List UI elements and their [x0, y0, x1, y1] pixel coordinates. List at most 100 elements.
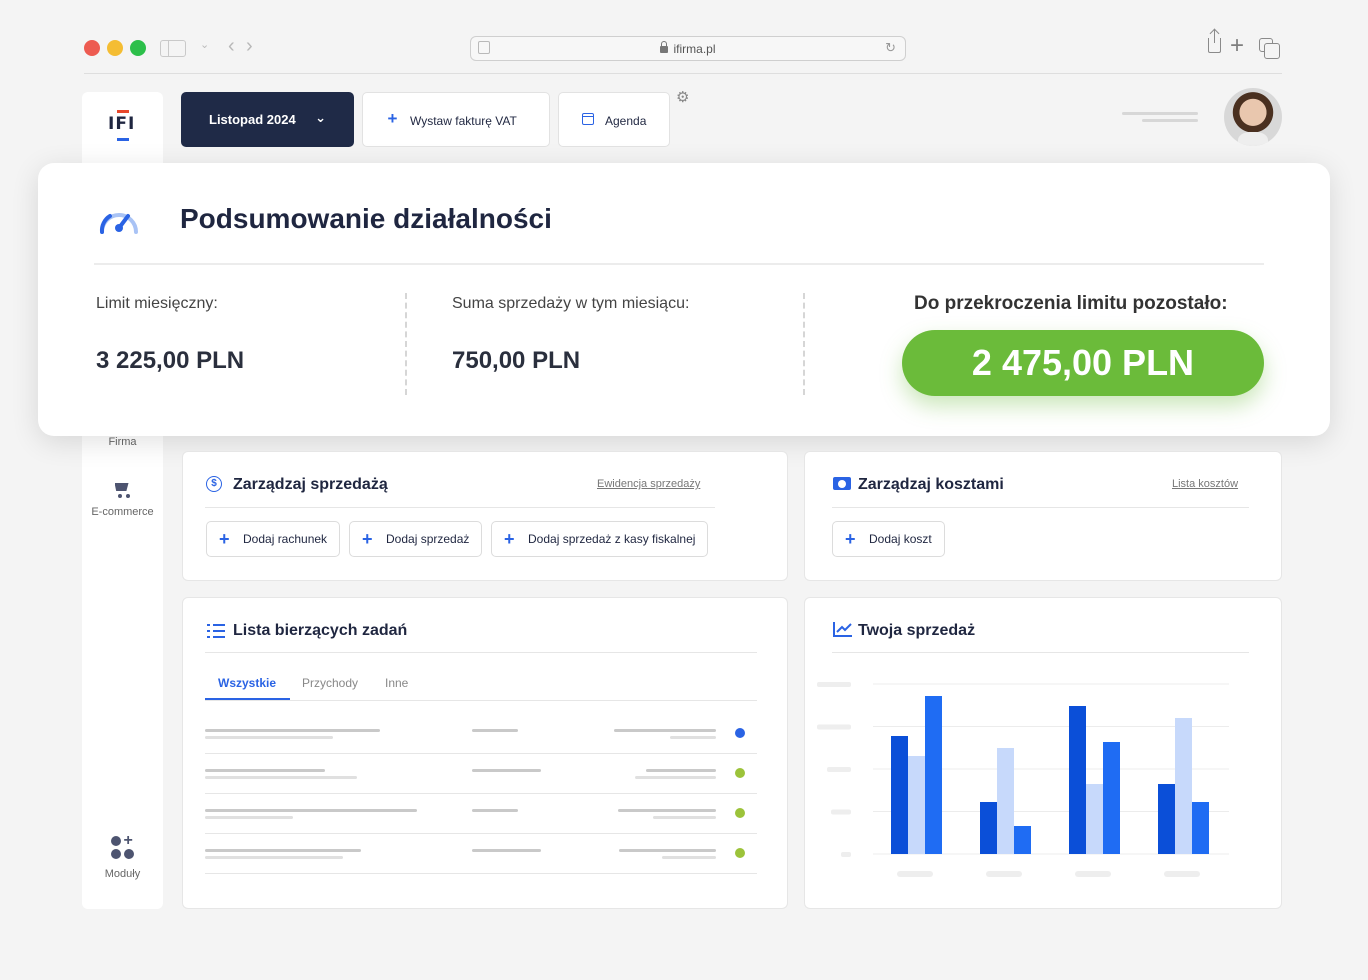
modules-icon: +: [110, 833, 135, 860]
y-tick-label: [827, 767, 851, 772]
close-window-button[interactable]: [84, 40, 100, 56]
tab-overview-icon[interactable]: [1259, 38, 1280, 59]
ifirma-logo[interactable]: IFI: [108, 114, 135, 134]
add-receipt-button[interactable]: + Dodaj rachunek: [206, 521, 341, 557]
monthly-sales-label: Suma sprzedaży w tym miesiącu:: [452, 295, 690, 312]
costs-list-link[interactable]: Lista kosztów: [1172, 478, 1238, 490]
gear-icon[interactable]: ⚙: [676, 88, 689, 106]
chevron-down-icon[interactable]: ⌄: [200, 38, 209, 51]
button-label: Dodaj sprzedaż: [386, 532, 470, 546]
x-tick-label: [986, 871, 1022, 877]
address-bar[interactable]: ifirma.pl ↻: [470, 36, 906, 61]
add-fiscal-sale-button[interactable]: + Dodaj sprzedaż z kasy fiskalnej: [491, 521, 709, 557]
cart-icon: [113, 480, 133, 498]
card-title: Zarządzaj kosztami: [858, 476, 1004, 493]
add-cost-button[interactable]: + Dodaj koszt: [832, 521, 945, 557]
logo-accent-top: [117, 110, 129, 113]
sidebar-item-ecommerce[interactable]: E-commerce: [82, 480, 163, 518]
tabs-baseline: [205, 700, 757, 701]
chart-bar[interactable]: [1086, 784, 1103, 854]
dollar-icon: $: [206, 476, 222, 492]
chart-bar[interactable]: [980, 802, 997, 854]
browser-toolbar: ⌄ ‹ › ifirma.pl ↻ +: [84, 28, 1282, 74]
issue-invoice-label: Wystaw fakturę VAT: [410, 114, 517, 128]
sidebar-item-firma[interactable]: Firma: [82, 436, 163, 448]
table-row[interactable]: [205, 794, 757, 834]
agenda-label: Agenda: [605, 114, 647, 128]
active-tab-indicator: [205, 698, 290, 700]
chart-bar[interactable]: [1014, 826, 1031, 854]
chart-bar[interactable]: [908, 756, 925, 854]
button-label: Dodaj sprzedaż z kasy fiskalnej: [528, 532, 696, 546]
period-label: Listopad 2024: [209, 112, 296, 127]
table-row[interactable]: [205, 714, 757, 754]
user-name-placeholder: [1122, 112, 1198, 126]
y-tick-label: [817, 724, 851, 730]
new-tab-icon[interactable]: +: [1230, 32, 1244, 60]
sales-bar-chart: [817, 682, 1229, 877]
tab-all[interactable]: Wszystkie: [218, 676, 276, 690]
tab-other[interactable]: Inne: [385, 676, 408, 690]
business-summary-card: Podsumowanie działalności Limit miesięcz…: [38, 163, 1330, 436]
divider: [803, 293, 805, 395]
lock-icon: [660, 41, 669, 53]
remaining-limit-value: 2 475,00 PLN: [902, 330, 1264, 396]
plus-icon: +: [387, 109, 398, 128]
tab-income[interactable]: Przychody: [302, 676, 358, 690]
back-arrow-icon[interactable]: ‹: [228, 35, 235, 58]
chevron-down-icon: ⌄: [315, 110, 326, 125]
minimize-window-button[interactable]: [107, 40, 123, 56]
share-icon[interactable]: [1208, 30, 1221, 53]
summary-title: Podsumowanie działalności: [180, 203, 552, 234]
speedometer-icon: [99, 213, 138, 234]
chart-bar[interactable]: [1158, 784, 1175, 854]
add-sale-button[interactable]: + Dodaj sprzedaż: [349, 521, 483, 557]
card-title: Lista bierzących zadań: [233, 622, 408, 639]
chart-bar[interactable]: [891, 736, 908, 854]
x-tick-label: [1164, 871, 1200, 877]
button-label: Dodaj koszt: [869, 532, 932, 546]
y-tick-label: [831, 809, 851, 815]
forward-arrow-icon[interactable]: ›: [246, 35, 253, 58]
money-icon: [833, 477, 851, 490]
divider: [405, 293, 407, 395]
costs-management-card: Zarządzaj kosztami Lista kosztów + Dodaj…: [804, 451, 1282, 581]
sidebar-toggle-icon[interactable]: [160, 40, 186, 57]
sidebar-item-modules[interactable]: + Moduły: [82, 833, 163, 881]
divider: [94, 263, 1264, 265]
chart-bar[interactable]: [997, 748, 1014, 854]
logo-accent-bottom: [117, 138, 129, 141]
button-label: Dodaj rachunek: [243, 532, 328, 546]
x-tick-label: [1075, 871, 1111, 877]
list-icon: [207, 624, 225, 638]
url-text: ifirma.pl: [673, 42, 716, 56]
avatar[interactable]: [1224, 88, 1282, 146]
plus-icon: +: [362, 529, 373, 549]
divider: [832, 507, 1249, 508]
sidebar-item-label: Moduły: [104, 868, 141, 880]
chart-bar[interactable]: [1175, 718, 1192, 854]
issue-invoice-button[interactable]: + Wystaw fakturę VAT: [362, 92, 550, 147]
chart-bar[interactable]: [1103, 742, 1120, 854]
chart-bar[interactable]: [1069, 706, 1086, 854]
x-tick-label: [897, 871, 933, 877]
remaining-limit-label: Do przekroczenia limitu pozostało:: [914, 293, 1228, 314]
table-row[interactable]: [205, 834, 757, 874]
y-tick-label: [817, 682, 851, 687]
table-row[interactable]: [205, 754, 757, 794]
agenda-button[interactable]: Agenda: [558, 92, 670, 147]
plus-icon: +: [219, 529, 230, 549]
monthly-sales-value: 750,00 PLN: [452, 347, 581, 374]
monthly-limit-value: 3 225,00 PLN: [96, 347, 245, 374]
zoom-window-button[interactable]: [130, 40, 146, 56]
sidebar-item-label: E-commerce: [91, 506, 154, 518]
sales-register-link[interactable]: Ewidencja sprzedaży: [597, 478, 700, 490]
status-dot: [735, 728, 745, 738]
plus-icon: +: [504, 529, 515, 549]
chart-bar[interactable]: [925, 696, 942, 854]
chart-bar[interactable]: [1192, 802, 1209, 854]
period-selector[interactable]: Listopad 2024 ⌄: [181, 92, 354, 147]
reload-icon[interactable]: ↻: [885, 40, 896, 56]
y-tick-label: [841, 852, 851, 857]
status-dot: [735, 808, 745, 818]
